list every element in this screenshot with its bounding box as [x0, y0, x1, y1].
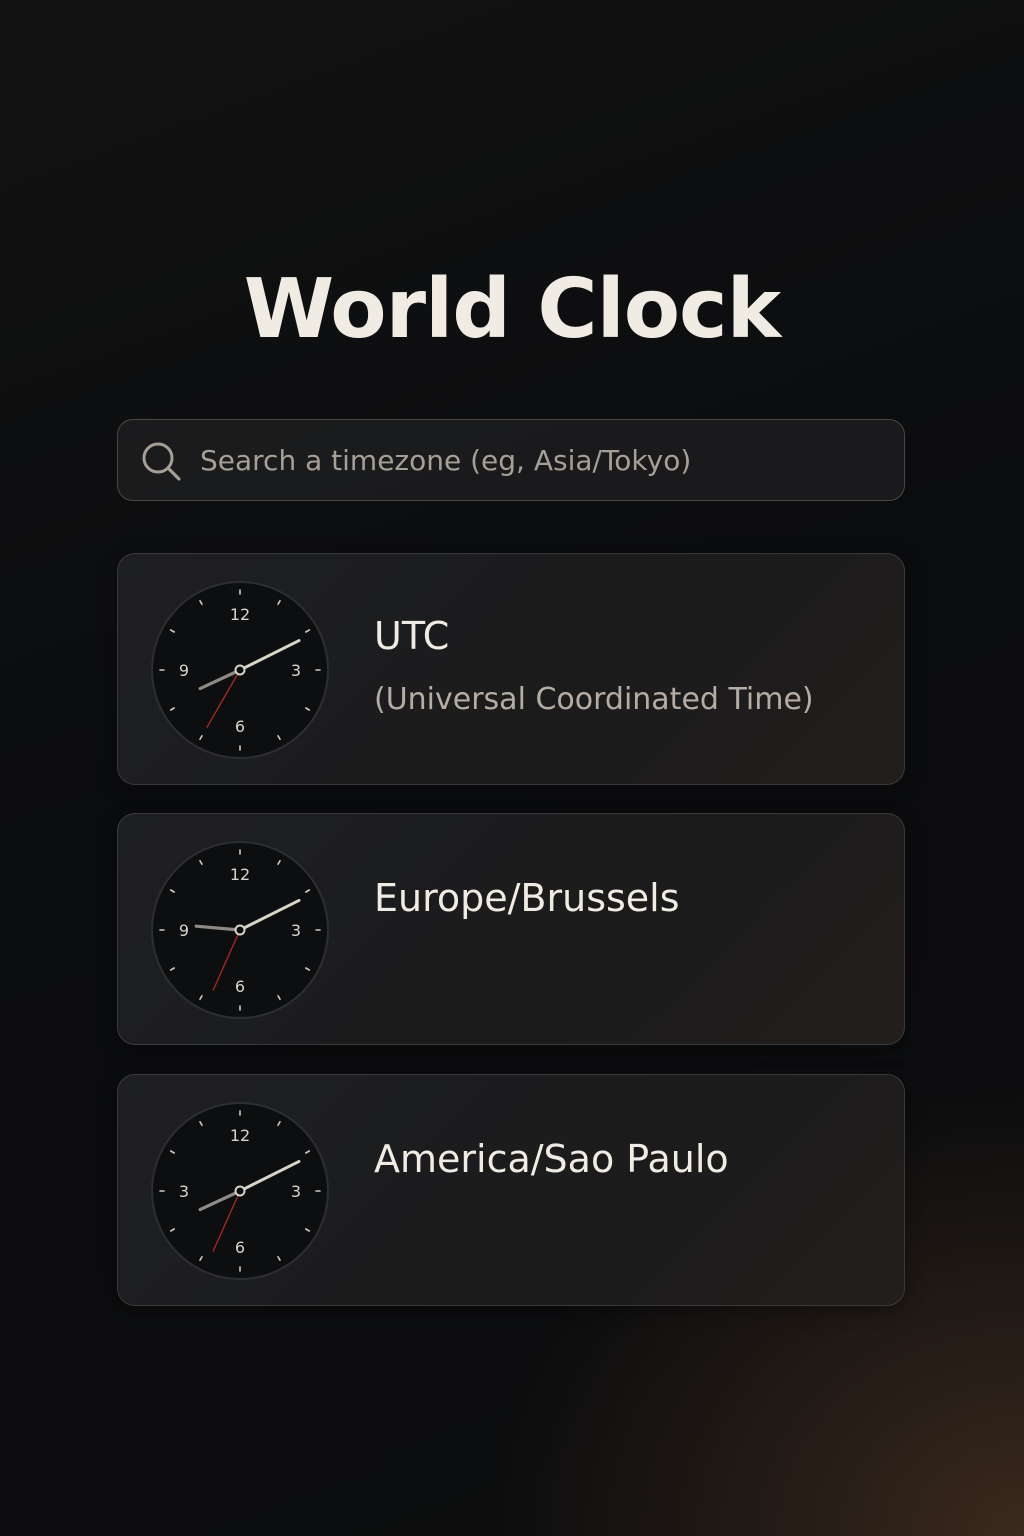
clock-numeral: 6 — [235, 977, 245, 996]
timezone-name: Europe/Brussels — [374, 876, 680, 920]
analog-clock: 12 3 6 9 — [151, 841, 329, 1019]
clock-numeral: 6 — [235, 717, 245, 736]
clock-numeral: 3 — [291, 921, 301, 940]
clock-center-pin — [234, 924, 246, 936]
clock-numeral: 12 — [230, 1126, 250, 1145]
clock-numeral: 3 — [291, 1182, 301, 1201]
clock-center-pin — [234, 664, 246, 676]
analog-clock: 12 3 6 9 — [151, 581, 329, 759]
timezone-name: America/Sao Paulo — [374, 1137, 729, 1181]
clock-numeral: 12 — [230, 605, 250, 624]
search-bar[interactable] — [117, 419, 905, 501]
clock-card-america-sao-paulo[interactable]: 12 3 6 3 America/Sao Paulo — [117, 1074, 905, 1306]
clock-numeral: 9 — [179, 661, 189, 680]
clock-card-europe-brussels[interactable]: 12 3 6 9 Europe/Brussels — [117, 813, 905, 1045]
search-input[interactable] — [200, 420, 890, 500]
clock-numeral: 6 — [235, 1238, 245, 1257]
analog-clock: 12 3 6 3 — [151, 1102, 329, 1280]
clock-center-pin — [234, 1185, 246, 1197]
page-title: World Clock — [243, 262, 781, 357]
clock-card-utc[interactable]: 12 3 6 9 UTC (Universal Coordinated Time) — [117, 553, 905, 785]
search-icon — [142, 442, 181, 481]
clock-numeral: 12 — [230, 865, 250, 884]
clock-numeral: 9 — [179, 921, 189, 940]
timezone-description: (Universal Coordinated Time) — [374, 682, 814, 717]
timezone-name: UTC — [374, 614, 450, 658]
clock-numeral: 3 — [179, 1182, 189, 1201]
clock-numeral: 3 — [291, 661, 301, 680]
